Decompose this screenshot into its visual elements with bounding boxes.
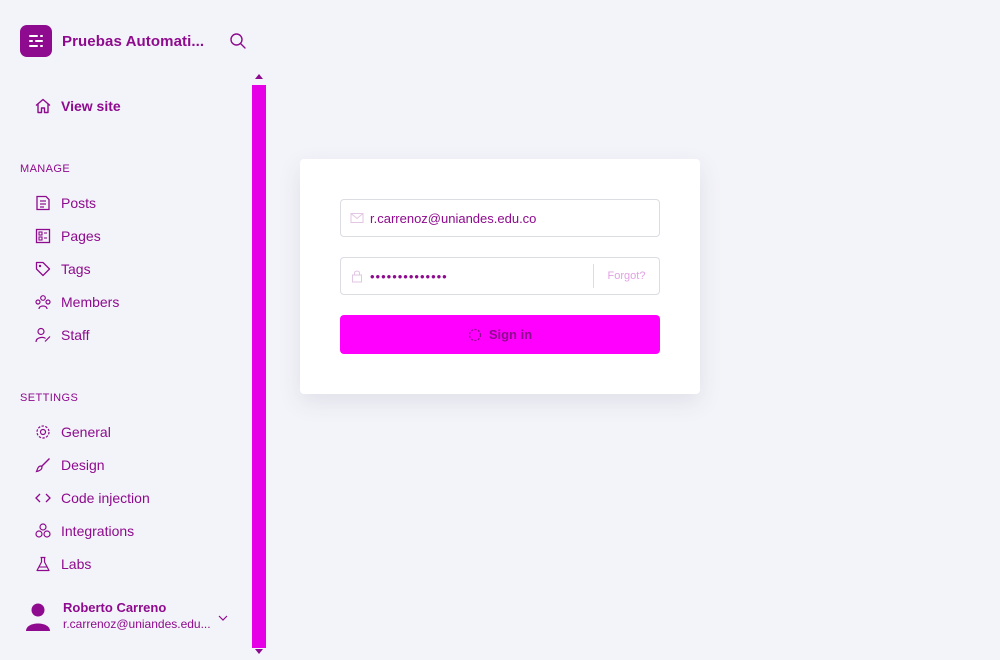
envelope-icon bbox=[350, 213, 364, 223]
integrations-icon bbox=[35, 523, 51, 538]
site-title: Pruebas Automati... bbox=[62, 32, 205, 50]
sidebar-item-label: Tags bbox=[61, 261, 91, 277]
home-icon bbox=[35, 98, 51, 114]
sidebar-item-general[interactable]: General bbox=[34, 420, 111, 444]
user-menu[interactable]: Roberto Carreno r.carrenoz@uniandes.edu.… bbox=[24, 600, 223, 631]
sidebar-item-posts[interactable]: Posts bbox=[34, 191, 96, 215]
signin-card: Forgot? Sign in bbox=[300, 159, 700, 394]
sidebar-item-label: Integrations bbox=[61, 523, 135, 539]
scroll-down-arrow-icon[interactable] bbox=[255, 649, 263, 654]
pages-icon bbox=[35, 228, 51, 244]
gear-icon bbox=[36, 425, 50, 439]
user-name: Roberto Carreno bbox=[63, 600, 167, 615]
email-input[interactable] bbox=[370, 210, 610, 226]
sidebar-item-label: Design bbox=[61, 457, 105, 473]
scrollbar-thumb[interactable] bbox=[252, 85, 266, 648]
sidebar-item-label: Posts bbox=[61, 195, 97, 211]
sidebar-item-label: Labs bbox=[61, 556, 92, 572]
members-icon bbox=[35, 295, 51, 310]
password-input[interactable] bbox=[370, 268, 610, 284]
email-field[interactable] bbox=[340, 199, 660, 237]
sidebar-item-label: Staff bbox=[61, 327, 90, 343]
brush-icon bbox=[35, 458, 50, 473]
sign-in-label: Sign in bbox=[488, 327, 533, 342]
sidebar-item-design[interactable]: Design bbox=[34, 453, 105, 477]
sidebar-item-labs[interactable]: Labs bbox=[34, 552, 91, 576]
sidebar-item-label: Members bbox=[61, 294, 120, 310]
sidebar-item-tags[interactable]: Tags bbox=[34, 257, 91, 281]
ghost-logo-icon bbox=[20, 25, 52, 57]
posts-icon bbox=[36, 195, 50, 211]
sidebar-item-label: Code injection bbox=[61, 490, 150, 506]
manage-section-label: MANAGE bbox=[20, 163, 71, 175]
sidebar: Pruebas Automati... View site MANAGE Pos… bbox=[0, 0, 268, 660]
forgot-password-button[interactable]: Forgot? bbox=[593, 264, 659, 288]
sidebar-item-label: Pages bbox=[61, 228, 101, 244]
loading-spinner-icon bbox=[468, 328, 481, 341]
flask-icon bbox=[36, 556, 50, 572]
view-site-link[interactable]: View site bbox=[34, 94, 121, 118]
scroll-up-arrow-icon[interactable] bbox=[255, 74, 263, 79]
sidebar-item-pages[interactable]: Pages bbox=[34, 224, 101, 248]
sign-in-button[interactable]: Sign in bbox=[340, 315, 660, 354]
sidebar-scrollbar[interactable] bbox=[252, 72, 266, 660]
sidebar-item-integrations[interactable]: Integrations bbox=[34, 519, 134, 543]
password-field[interactable]: Forgot? bbox=[340, 257, 660, 295]
settings-section-label: SETTINGS bbox=[20, 392, 79, 404]
search-icon[interactable] bbox=[228, 31, 248, 51]
brand[interactable]: Pruebas Automati... bbox=[20, 25, 204, 57]
lock-icon bbox=[352, 270, 362, 283]
sidebar-item-label: General bbox=[61, 424, 111, 440]
code-icon bbox=[35, 493, 51, 503]
avatar bbox=[26, 603, 50, 631]
sidebar-item-members[interactable]: Members bbox=[34, 290, 119, 314]
staff-icon bbox=[35, 327, 51, 343]
chevron-down-icon[interactable] bbox=[217, 612, 229, 624]
sidebar-item-staff[interactable]: Staff bbox=[34, 323, 90, 347]
user-email: r.carrenoz@uniandes.edu... bbox=[63, 617, 211, 631]
sidebar-item-code-injection[interactable]: Code injection bbox=[34, 486, 150, 510]
tag-icon bbox=[35, 261, 51, 277]
view-site-label: View site bbox=[61, 98, 121, 114]
